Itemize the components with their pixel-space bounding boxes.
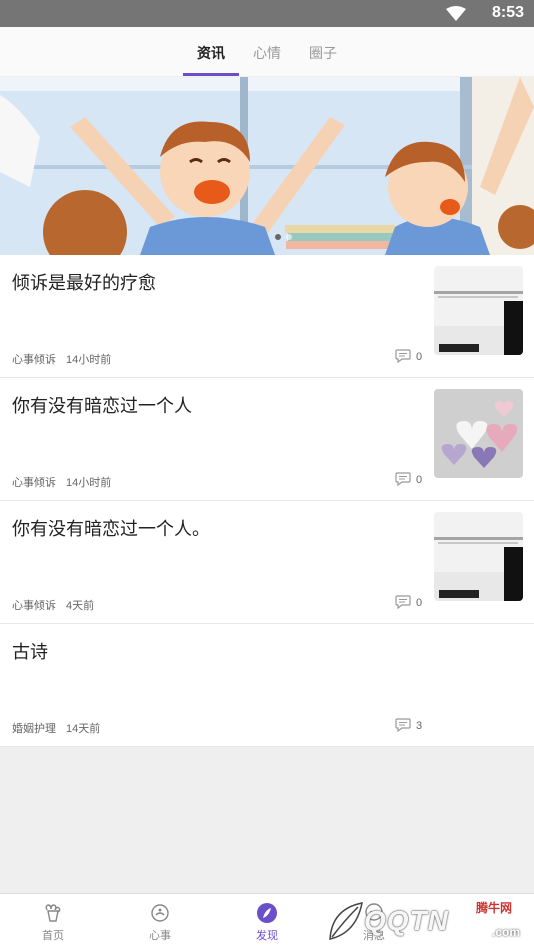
status-bar: 8:53 [0,0,534,27]
nav-home[interactable]: 首页 [13,902,93,943]
top-tab-bar: 资讯 心情 圈子 [0,27,534,77]
article-time: 4天前 [66,600,95,612]
clock: 8:53 [491,4,524,21]
nav-home-label: 首页 [42,930,64,942]
article-thumbnail [434,512,523,601]
article-time: 14天前 [66,723,101,735]
watermark-domain: .com [492,925,521,939]
watermark-site: 腾牛网 [476,901,513,915]
heart-candy-image [434,389,523,478]
comment-count: 0 [395,472,429,488]
article-meta: 心事倾诉 14小时前 [12,351,111,367]
comment-icon [395,472,411,486]
comment-icon [395,595,411,609]
comment-number: 3 [416,720,423,732]
comment-count: 0 [395,595,429,611]
comment-icon [395,718,411,732]
carousel-dot[interactable] [286,234,292,240]
active-tab-indicator [183,73,239,76]
article-thumbnail [434,266,523,355]
comment-count: 0 [395,349,429,365]
article-category: 心事倾诉 [12,477,56,489]
article-category: 心事倾诉 [12,600,56,612]
paper-note-image [434,512,523,601]
article-meta: 婚姻护理 14天前 [12,720,100,736]
comment-number: 0 [416,597,423,609]
article-time: 14小时前 [66,354,112,366]
banner-carousel[interactable] [0,77,534,255]
tab-circle[interactable]: 圈子 [309,43,337,63]
article-category: 婚姻护理 [12,723,56,735]
article-title: 倾诉是最好的疗愈 [12,273,156,293]
nav-discover[interactable]: 发现 [227,902,307,943]
list-item[interactable]: 你有没有暗恋过一个人 心事倾诉 14小时前 0 [0,378,534,501]
article-title: 你有没有暗恋过一个人。 [12,519,210,539]
watermark-leaf-icon [329,902,363,940]
list-item[interactable]: 倾诉是最好的疗愈 心事倾诉 14小时前 0 [0,255,534,378]
watermark-brand: QQTN [364,905,449,936]
carousel-dots [275,227,297,245]
comment-icon [395,349,411,363]
tab-news[interactable]: 资讯 [197,43,225,63]
wifi-icon [446,6,466,21]
home-icon [45,904,61,922]
heart-chat-icon [151,904,169,922]
tab-mood[interactable]: 心情 [253,43,281,63]
article-category: 心事倾诉 [12,354,56,366]
nav-discover-label: 发现 [256,930,278,942]
article-meta: 心事倾诉 14小时前 [12,474,111,490]
carousel-dot[interactable] [275,234,281,240]
article-title: 古诗 [12,642,48,662]
list-item[interactable]: 古诗 婚姻护理 14天前 3 [0,624,534,747]
comment-number: 0 [416,474,423,486]
list-item[interactable]: 你有没有暗恋过一个人。 心事倾诉 4天前 0 [0,501,534,624]
article-title: 你有没有暗恋过一个人 [12,396,192,416]
compass-icon [257,903,277,923]
watermark: QQTN 腾牛网 .com [326,895,532,947]
article-meta: 心事倾诉 4天前 [12,597,94,613]
nav-heart[interactable]: 心事 [120,902,200,943]
comment-number: 0 [416,351,423,363]
article-thumbnail [434,389,523,478]
paper-note-image [434,266,523,355]
article-time: 14小时前 [66,477,112,489]
banner-illustration [0,77,534,255]
nav-heart-label: 心事 [149,930,171,942]
article-list: 倾诉是最好的疗愈 心事倾诉 14小时前 0 你有没有暗恋过一个人 心事倾诉 14小时… [0,255,534,747]
comment-count: 3 [395,718,429,734]
